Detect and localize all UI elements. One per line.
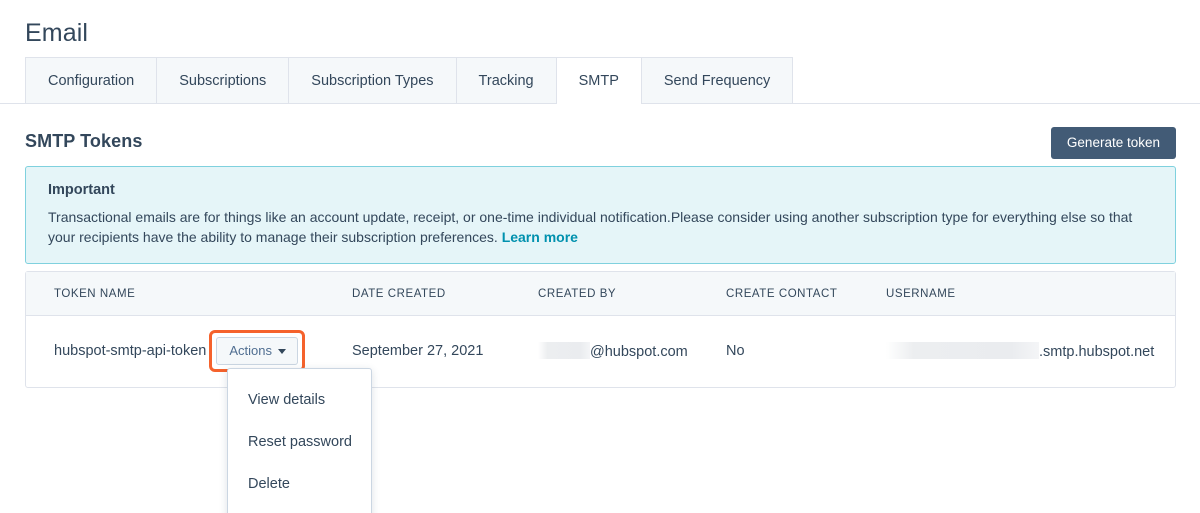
tab-tracking[interactable]: Tracking (455, 57, 556, 103)
tab-label: SMTP (578, 72, 619, 89)
redacted-email-local-part (538, 342, 590, 359)
settings-tabs: Configuration Subscriptions Subscription… (0, 57, 1200, 104)
smtp-settings-page: Email Configuration Subscriptions Subscr… (0, 0, 1200, 513)
generate-token-button[interactable]: Generate token (1050, 127, 1176, 159)
chevron-down-icon (277, 349, 286, 354)
tab-configuration[interactable]: Configuration (25, 57, 157, 103)
page-title: Email (25, 19, 89, 47)
learn-more-link[interactable]: Learn more (502, 229, 578, 245)
token-name-text: hubspot-smtp-api-token (54, 343, 207, 359)
tokens-table: TOKEN NAME DATE CREATED CREATED BY CREAT… (26, 272, 1175, 387)
column-header-create-contact: CREATE CONTACT (726, 272, 886, 316)
table-row: hubspot-smtp-api-token Actions September… (26, 316, 1175, 388)
column-header-username: USERNAME (886, 272, 1175, 316)
redacted-username-prefix (886, 342, 1039, 359)
table-header-row: TOKEN NAME DATE CREATED CREATED BY CREAT… (26, 272, 1175, 316)
tab-label: Send Frequency (663, 72, 771, 89)
actions-dropdown-menu: View details Reset password Delete (227, 368, 372, 513)
actions-button-label: Actions (229, 343, 272, 358)
column-header-date-created: DATE CREATED (352, 272, 538, 316)
tab-subscriptions[interactable]: Subscriptions (156, 57, 289, 103)
tab-label: Subscription Types (311, 72, 434, 89)
cell-created-by: @hubspot.com (538, 316, 726, 388)
tab-subscription-types[interactable]: Subscription Types (288, 57, 456, 103)
table-body: hubspot-smtp-api-token Actions September… (26, 316, 1175, 388)
tab-label: Tracking (478, 72, 534, 89)
important-alert: Important Transactional emails are for t… (25, 166, 1176, 264)
cell-username: .smtp.hubspot.net (886, 316, 1175, 388)
column-header-created-by: CREATED BY (538, 272, 726, 316)
section-header: SMTP Tokens Generate token (25, 127, 1176, 159)
column-header-token-name: TOKEN NAME (26, 272, 352, 316)
cell-date-created: September 27, 2021 (352, 343, 484, 359)
alert-title: Important (48, 182, 115, 198)
tab-send-frequency[interactable]: Send Frequency (641, 57, 794, 103)
tokens-table-container: TOKEN NAME DATE CREATED CREATED BY CREAT… (25, 271, 1176, 388)
menu-item-reset-password[interactable]: Reset password (228, 421, 371, 463)
cell-create-contact: No (726, 343, 745, 359)
username-domain: .smtp.hubspot.net (1039, 344, 1155, 360)
tab-label: Configuration (48, 72, 135, 89)
alert-body-text: Transactional emails are for things like… (48, 209, 1133, 245)
section-title: SMTP Tokens (25, 131, 143, 151)
actions-button[interactable]: Actions (216, 337, 298, 365)
menu-item-delete[interactable]: Delete (228, 463, 371, 505)
tab-label: Subscriptions (179, 72, 267, 89)
created-by-domain: @hubspot.com (590, 344, 688, 360)
menu-item-view-details[interactable]: View details (228, 379, 371, 421)
alert-body: Transactional emails are for things like… (48, 208, 1157, 247)
tab-smtp[interactable]: SMTP (555, 57, 642, 104)
actions-button-wrapper: Actions (209, 330, 305, 372)
table-header: TOKEN NAME DATE CREATED CREATED BY CREAT… (26, 272, 1175, 316)
